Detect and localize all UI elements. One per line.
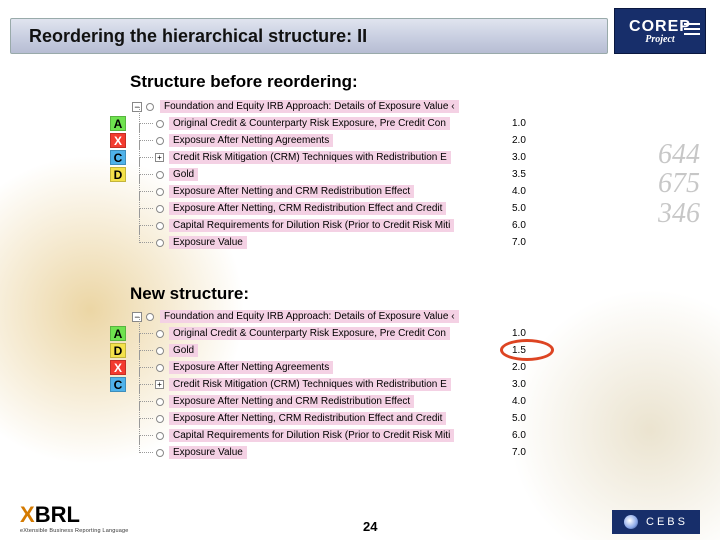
- tree-row-label: Exposure After Netting Agreements: [169, 361, 333, 374]
- tree-row: DGold3.5: [132, 166, 459, 183]
- tree-row-label: Capital Requirements for Dilution Risk (…: [169, 219, 454, 232]
- tree-row-order: 6.0: [512, 430, 526, 441]
- tree-row: XExposure After Netting Agreements2.0: [132, 132, 459, 149]
- tree-row-label: Original Credit & Counterparty Risk Expo…: [169, 117, 450, 130]
- tree-connector: [132, 132, 162, 149]
- marker-d: D: [110, 343, 126, 358]
- tree-row-label: Exposure After Netting, CRM Redistributi…: [169, 202, 446, 215]
- tree-row-order: 2.0: [512, 362, 526, 373]
- tree-connector: [132, 200, 162, 217]
- tree-row-label: Exposure After Netting Agreements: [169, 134, 333, 147]
- tree-row-order: 4.0: [512, 186, 526, 197]
- tree-row: Exposure After Netting and CRM Redistrib…: [132, 393, 459, 410]
- tree-row-label: Exposure Value: [169, 236, 247, 249]
- tree-connector: [132, 376, 162, 393]
- tree-header-label: Foundation and Equity IRB Approach: Deta…: [160, 100, 459, 113]
- corep-logo: COREP Project: [614, 8, 706, 54]
- tree-row: XExposure After Netting Agreements2.0: [132, 359, 459, 376]
- node-icon: [146, 313, 154, 321]
- collapse-icon[interactable]: −: [132, 312, 142, 322]
- tree-row: AOriginal Credit & Counterparty Risk Exp…: [132, 115, 459, 132]
- section-before-title: Structure before reordering:: [130, 72, 358, 92]
- tree-connector: [132, 183, 162, 200]
- section-after-title: New structure:: [130, 284, 249, 304]
- tree-connector: [132, 115, 162, 132]
- tree-before: − Foundation and Equity IRB Approach: Det…: [132, 98, 459, 251]
- corep-logo-bars-icon: [684, 23, 700, 35]
- node-icon: [146, 103, 154, 111]
- tree-row-order: 3.0: [512, 379, 526, 390]
- tree-connector: [132, 427, 162, 444]
- tree-row-label: Gold: [169, 344, 198, 357]
- tree-row-order: 3.5: [512, 169, 526, 180]
- tree-row: C+Credit Risk Mitigation (CRM) Technique…: [132, 376, 459, 393]
- tree-row-order: 4.0: [512, 396, 526, 407]
- tree-row: DGold1.5: [132, 342, 459, 359]
- tree-row: Capital Requirements for Dilution Risk (…: [132, 427, 459, 444]
- tree-row-order: 2.0: [512, 135, 526, 146]
- tree-row: Exposure After Netting, CRM Redistributi…: [132, 410, 459, 427]
- tree-row-label: Credit Risk Mitigation (CRM) Techniques …: [169, 151, 451, 164]
- tree-row-label: Gold: [169, 168, 198, 181]
- marker-x: X: [110, 360, 126, 375]
- tree-row-order: 1.0: [512, 328, 526, 339]
- tree-row: Exposure Value7.0: [132, 234, 459, 251]
- tree-row-label: Exposure After Netting and CRM Redistrib…: [169, 185, 414, 198]
- tree-row: Capital Requirements for Dilution Risk (…: [132, 217, 459, 234]
- tree-row-label: Capital Requirements for Dilution Risk (…: [169, 429, 454, 442]
- slide-title-bar: Reordering the hierarchical structure: I…: [10, 18, 608, 54]
- tree-row: Exposure After Netting and CRM Redistrib…: [132, 183, 459, 200]
- slide-title: Reordering the hierarchical structure: I…: [29, 26, 367, 47]
- tree-connector: [132, 325, 162, 342]
- tree-connector: [132, 166, 162, 183]
- tree-row-label: Credit Risk Mitigation (CRM) Techniques …: [169, 378, 451, 391]
- xbrl-logo-sub: eXtensible Business Reporting Language: [20, 528, 129, 534]
- tree-row-order: 1.0: [512, 118, 526, 129]
- tree-row-order: 6.0: [512, 220, 526, 231]
- cebs-logo: CEBS: [612, 510, 700, 534]
- highlight-ellipse: [500, 339, 554, 361]
- tree-row-label: Exposure Value: [169, 446, 247, 459]
- marker-c: C: [110, 150, 126, 165]
- tree-connector: [132, 217, 162, 234]
- tree-row-order: 5.0: [512, 413, 526, 424]
- tree-row: C+Credit Risk Mitigation (CRM) Technique…: [132, 149, 459, 166]
- collapse-icon[interactable]: −: [132, 102, 142, 112]
- tree-connector: [132, 444, 162, 461]
- marker-d: D: [110, 167, 126, 182]
- marker-x: X: [110, 133, 126, 148]
- tree-connector: [132, 410, 162, 427]
- tree-row-order: 7.0: [512, 447, 526, 458]
- marker-c: C: [110, 377, 126, 392]
- tree-connector: [132, 393, 162, 410]
- tree-row-order: 5.0: [512, 203, 526, 214]
- marker-a: A: [110, 326, 126, 341]
- tree-row-label: Exposure After Netting, CRM Redistributi…: [169, 412, 446, 425]
- tree-connector: [132, 149, 162, 166]
- tree-connector: [132, 342, 162, 359]
- tree-connector: [132, 359, 162, 376]
- tree-after: − Foundation and Equity IRB Approach: Det…: [132, 308, 459, 461]
- tree-row-label: Exposure After Netting and CRM Redistrib…: [169, 395, 414, 408]
- tree-row: Exposure Value7.0: [132, 444, 459, 461]
- corep-logo-line2: Project: [645, 34, 674, 45]
- tree-row: AOriginal Credit & Counterparty Risk Exp…: [132, 325, 459, 342]
- tree-row-order: 3.0: [512, 152, 526, 163]
- tree-row-label: Original Credit & Counterparty Risk Expo…: [169, 327, 450, 340]
- tree-row: Exposure After Netting, CRM Redistributi…: [132, 200, 459, 217]
- xbrl-logo: XBRL eXtensible Business Reporting Langu…: [20, 502, 129, 534]
- tree-connector: [132, 234, 162, 251]
- footer: XBRL eXtensible Business Reporting Langu…: [0, 502, 720, 534]
- page-number: 24: [363, 519, 377, 534]
- tree-header-label: Foundation and Equity IRB Approach: Deta…: [160, 310, 459, 323]
- marker-a: A: [110, 116, 126, 131]
- tree-row-order: 7.0: [512, 237, 526, 248]
- background-numbers: 644 675 346: [658, 140, 700, 228]
